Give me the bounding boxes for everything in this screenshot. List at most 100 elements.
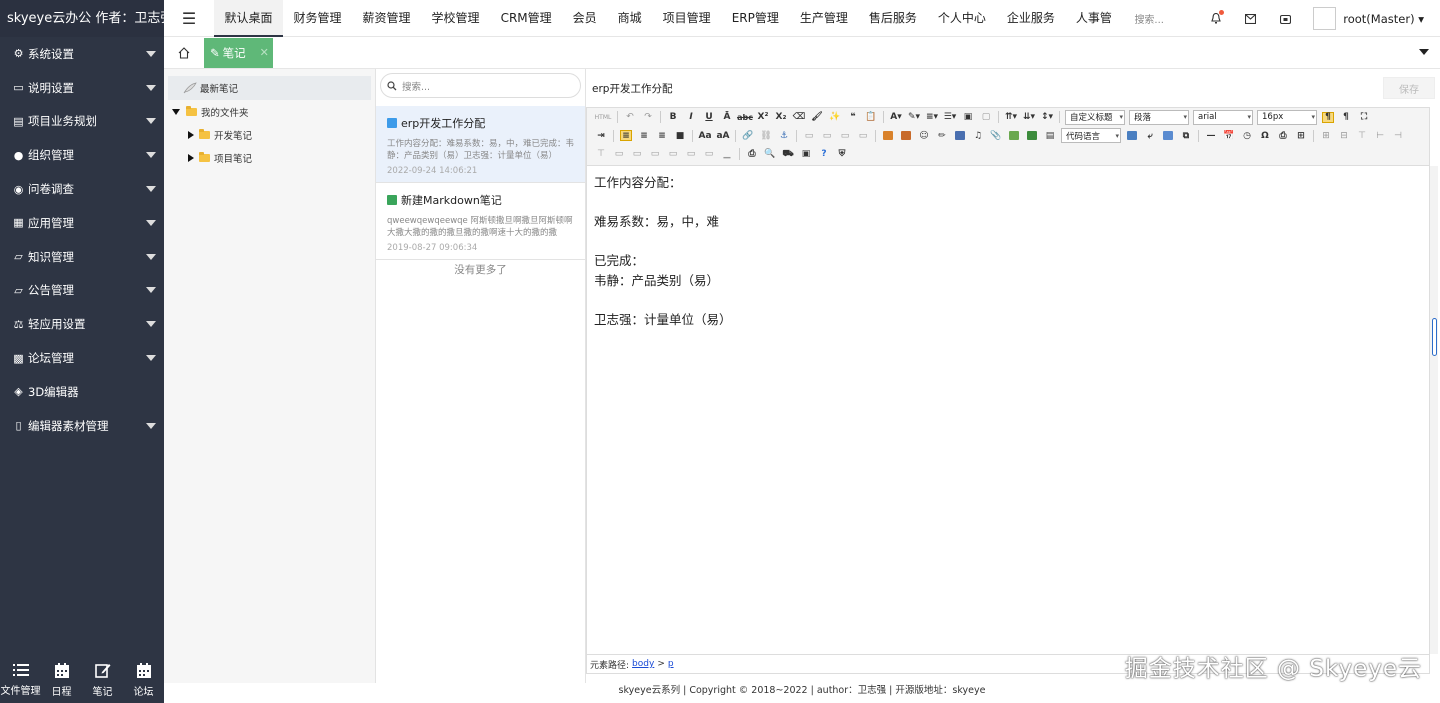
note-title-input[interactable]: erp开发工作分配 [592, 81, 672, 96]
menu-toggle-icon[interactable]: ☰ [164, 9, 214, 28]
subscript-icon[interactable]: X₂ [775, 112, 787, 123]
top-nav-item[interactable]: 默认桌面 [214, 0, 284, 37]
sidebar-item[interactable]: ● 组织管理 [0, 138, 164, 172]
editor-content[interactable]: 工作内容分配： 难易系数：易，中，难 已完成： 韦静：产品类别（易） 卫志强：计量单位（… [586, 166, 1430, 654]
insert-col-icon[interactable]: ⊤ [595, 149, 607, 160]
sidebar-item[interactable]: ⚖ 轻应用设置 [0, 307, 164, 341]
italic-icon[interactable]: I [685, 112, 697, 123]
wordimage-upload-icon[interactable]: ⊞ [1295, 130, 1307, 141]
music-icon[interactable]: ♫ [972, 130, 984, 141]
schedule-shortcut[interactable]: 日程 [42, 662, 82, 698]
link-icon[interactable]: 🔗 [742, 130, 754, 141]
align-left-icon[interactable]: ≡ [620, 130, 632, 142]
sidebar-item[interactable]: ▱ 公告管理 [0, 274, 164, 308]
notification-button[interactable] [1198, 10, 1233, 24]
preview-icon[interactable]: 🔍 [764, 149, 776, 160]
home-tab[interactable] [164, 46, 204, 59]
insert-video-icon[interactable] [954, 130, 966, 141]
date-icon[interactable]: 📅 [1223, 130, 1235, 141]
search-replace-icon[interactable]: ⛟ [782, 149, 794, 160]
editor-scrollbar[interactable] [1430, 166, 1438, 654]
eraser-icon[interactable]: ⌫ [793, 112, 806, 123]
sidebar-item[interactable]: ▦ 应用管理 [0, 206, 164, 240]
path-p-link[interactable]: p [668, 659, 674, 669]
uppercase-icon[interactable]: Aa [698, 130, 711, 141]
row-spacing-bottom-icon[interactable]: ⇊▾ [1023, 112, 1035, 123]
redo-icon[interactable]: ↷ [642, 112, 654, 123]
avatar[interactable] [1313, 7, 1337, 30]
row-spacing-top-icon[interactable]: ⇈▾ [1005, 112, 1017, 123]
path-body-link[interactable]: body [632, 659, 654, 669]
delete-col-icon[interactable]: ▭ [613, 149, 625, 160]
top-nav-item[interactable]: 人事管 [1065, 0, 1122, 37]
unordered-list-icon[interactable]: ☰▾ [944, 112, 957, 123]
paragraph-select[interactable]: 段落 [1129, 109, 1189, 125]
sidebar-item[interactable]: ◉ 问卷调查 [0, 172, 164, 206]
strikethrough-icon[interactable]: abc [737, 112, 753, 123]
anchor-icon[interactable]: ⚓ [778, 130, 790, 141]
notes-shortcut[interactable]: 笔记 [83, 663, 123, 698]
emotion-icon[interactable]: ☺ [918, 130, 930, 141]
sidebar-item[interactable]: ⚙ 系统设置 [0, 37, 164, 71]
collapse-arrow-icon[interactable] [188, 153, 194, 162]
indent-icon[interactable]: ⇥ [595, 130, 607, 141]
time-icon[interactable]: ◷ [1241, 130, 1253, 141]
align-justify-icon[interactable]: ■ [674, 130, 686, 141]
collapse-arrow-icon[interactable] [188, 130, 194, 139]
image-center-icon[interactable]: ▭ [857, 130, 869, 141]
simple-upload-icon[interactable] [882, 130, 894, 141]
top-nav-item[interactable]: 财务管理 [283, 0, 352, 37]
insert-paragraph-before-table-icon[interactable]: ⊤ [1356, 130, 1368, 141]
bold-icon[interactable]: B [667, 112, 679, 123]
delete-table-icon[interactable]: ⊟ [1338, 130, 1350, 141]
sidebar-item[interactable]: ▭ 说明设置 [0, 71, 164, 105]
heading-select[interactable]: 自定义标题 [1065, 109, 1125, 125]
undo-icon[interactable]: ↶ [624, 112, 636, 123]
note-item[interactable]: erp开发工作分配 工作内容分配：难易系数：易，中，难已完成：韦静：产品类别（易… [376, 106, 585, 183]
page-break-icon[interactable] [1126, 130, 1138, 141]
shield-icon[interactable]: ⛨ [836, 149, 848, 160]
lock-screen-button[interactable] [1268, 14, 1303, 24]
align-center-icon[interactable]: ≡ [638, 130, 650, 141]
insert-frame-icon[interactable]: ▤ [1044, 130, 1056, 141]
align-right-icon[interactable]: ≡ [656, 130, 668, 141]
insert-row-icon[interactable]: ⊢ [1374, 130, 1386, 141]
fullscreen-icon[interactable]: ⛶ [1358, 112, 1370, 123]
delete-row-icon[interactable]: ⊣ [1392, 130, 1404, 141]
sidebar-item[interactable]: ▯ 编辑器素材管理 [0, 409, 164, 443]
tree-root-folder[interactable]: 我的文件夹 [164, 100, 375, 123]
merge-down-icon[interactable]: ▭ [667, 149, 679, 160]
insert-table-icon[interactable]: ⊞ [1320, 130, 1332, 141]
top-nav-item[interactable]: 薪资管理 [352, 0, 421, 37]
latest-notes-item[interactable]: 最新笔记 [168, 76, 371, 100]
rtl-direction-icon[interactable]: ¶ [1340, 112, 1352, 123]
note-item[interactable]: 新建Markdown笔记 qweewqewqeewqe 阿斯顿撒旦啊撒旦阿斯顿啊… [376, 183, 585, 260]
file-manager-shortcut[interactable]: 文件管理 [1, 663, 41, 697]
note-search-input[interactable]: 搜索... [380, 73, 581, 98]
expand-arrow-icon[interactable] [172, 108, 180, 115]
horizontal-rule-icon[interactable]: — [1205, 130, 1217, 141]
paste-text-icon[interactable]: 📋 [865, 112, 877, 123]
font-family-select[interactable]: arial [1193, 109, 1253, 125]
close-icon[interactable]: ✕ [260, 46, 269, 59]
save-button[interactable]: 保存 [1383, 77, 1435, 99]
print-icon[interactable]: ⎙ [746, 149, 758, 160]
sidebar-item[interactable]: ▩ 论坛管理 [0, 341, 164, 375]
top-nav-item[interactable]: 项目管理 [652, 0, 721, 37]
top-nav-item[interactable]: ERP管理 [721, 0, 789, 37]
sidebar-item[interactable]: ▤ 项目业务规划 [0, 105, 164, 139]
tab-notes[interactable]: ✎ 笔记 ✕ [204, 37, 273, 68]
superscript-icon[interactable]: X² [757, 112, 769, 123]
underline-icon[interactable]: U [703, 112, 715, 123]
font-border-icon[interactable]: Ā [721, 112, 733, 123]
merge-right-icon[interactable]: ▭ [649, 149, 661, 160]
tree-folder-dev[interactable]: 开发笔记 [164, 123, 375, 146]
forum-shortcut[interactable]: 论坛 [124, 662, 164, 698]
scrawl-icon[interactable]: ✏ [936, 130, 948, 141]
blockquote-icon[interactable]: ❝ [847, 112, 859, 123]
map-icon[interactable] [1008, 130, 1020, 141]
gmap-icon[interactable] [1026, 130, 1038, 141]
attachment-icon[interactable]: 📎 [990, 130, 1002, 141]
template-icon[interactable]: ⤶ [1144, 130, 1156, 141]
top-nav-item[interactable]: 学校管理 [421, 0, 490, 37]
